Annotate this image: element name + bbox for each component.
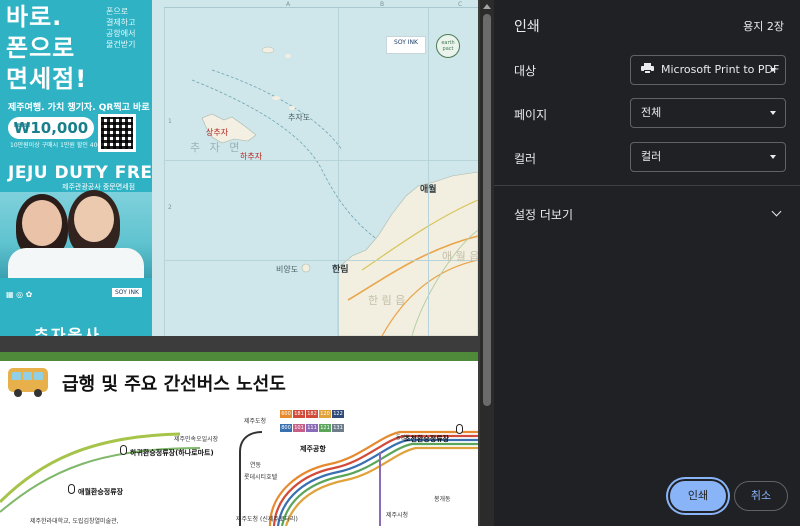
stop-bonggae: 봉개동 [434,496,451,503]
sheet-count: 용지 2장 [743,20,784,33]
stop-market: 제주민속오일시장 [174,436,219,443]
map-label-hachuja: 하추자 [240,152,263,161]
destination-value: Microsoft Print to PDF [661,63,780,76]
destination-select[interactable]: Microsoft Print to PDF [630,55,786,85]
map-grid-line [164,8,165,336]
print-dialog-window: 바로. 폰으로 면세점! 폰으로 결제하고 공항에서 물건받기 제주여행. 가치… [0,0,800,526]
dialog-title: 인쇄 [514,19,540,35]
stop-marker [120,445,127,455]
map-label-chujado: 추자도 [288,113,311,122]
stop-marker [456,424,463,434]
stop-aewol-transfer: 애월환승정류장 [78,488,124,496]
map-label-aewol: 애월 [420,185,437,195]
map-drawing [191,46,478,336]
map-column-label: C [458,1,463,8]
stop-marker [68,484,75,494]
ad-logos-icon: ▦ ◎ ✿ [6,290,33,299]
ad-coupon: ₩10,000 [8,117,94,139]
ad-coupon-note: 10만원이상 구매시 1만원 할인 4007 [10,142,106,149]
destination-label: 대상 [514,64,537,78]
map-grid-line [164,260,478,261]
map-column-label: A [286,1,291,8]
pages-select[interactable]: 전체 [630,98,786,128]
ad-tagline: 제주여행. 가치 챙기자. QR찍고 바로 [8,103,150,113]
stop-jocheon: 조천환승정류장 [404,435,450,443]
map-header-rule [164,0,478,8]
ad-photo-person-face [22,200,62,246]
map-grid-line [164,160,478,161]
map-label-hallimeup: 한 림 읍 [368,294,406,307]
map-label-chujamyeon: 추 자 면 [190,141,243,154]
chevron-down-icon [770,68,776,72]
stop-jeju-city: 제주시청 [386,512,409,519]
map-label-biyangdo: 비양도 [276,265,299,274]
ad-bottom-title: 추자올사 [34,326,101,336]
chevron-down-icon [770,111,776,115]
map-label-sangchuja: 상추자 [206,128,229,137]
color-label: 컬러 [514,152,537,166]
map-row-label: 1 [168,118,172,125]
print-preview-area[interactable]: 바로. 폰으로 면세점! 폰으로 결제하고 공항에서 물건받기 제주여행. 가치… [0,0,494,526]
duty-free-advertisement: 바로. 폰으로 면세점! 폰으로 결제하고 공항에서 물건받기 제주여행. 가치… [0,0,152,336]
preview-page-2: 급행 및 주요 간선버스 노선도 600 181 182 120 122 800… [0,352,478,526]
pages-value: 전체 [641,106,662,119]
map-label-hallim: 한림 [332,265,349,275]
stop-halla-university: 제주한라대학교, 도립김창열미술관, [30,518,119,525]
more-settings-toggle[interactable]: 설정 더보기 [514,206,573,223]
printer-icon [641,63,654,74]
qr-code-icon [98,114,136,152]
map-panel: A B C 1 2 SOY INK earth pact 추자도 상추자 추 자… [152,0,478,336]
print-button[interactable]: 인쇄 [670,481,726,511]
map-grid-line [428,8,429,336]
map-row-label: 2 [168,204,172,211]
preview-scrollbar[interactable] [480,0,494,526]
map-label-aewoleup: 애 월 읍 [442,250,478,263]
ad-photo [0,190,152,278]
stop-hotel: 롯데시티호텔 [244,474,278,481]
ad-photo-clothing [8,248,144,278]
chevron-down-icon[interactable] [771,206,782,217]
pages-label: 페이지 [514,108,548,122]
stop-hagwi: 하귀환승정류장(하나로마트) [130,449,214,457]
cancel-button[interactable]: 취소 [734,481,788,511]
chevron-down-icon [770,155,776,159]
map-grid-line [338,8,339,336]
page-gap [0,336,478,352]
color-value: 컬러 [641,150,662,163]
scroll-up-arrow-icon[interactable] [483,4,491,9]
stop-jeju-airport: 제주공항 [300,445,326,453]
ad-side-text: 폰으로 결제하고 공항에서 물건받기 [106,7,136,49]
soy-ink-logo: SOY INK [386,36,426,54]
color-select[interactable]: 컬러 [630,142,786,172]
scrollbar-thumb[interactable] [483,14,491,406]
ad-soy-ink-logo: SOY INK [112,288,142,297]
stop-jeju-port: 제주도청 [244,418,267,425]
ad-brand: JEJU DUTY FREE [8,163,152,183]
stop-yeondong: 연동 [250,462,262,469]
earth-pact-logo: earth pact [436,34,460,58]
ad-photo-person-face [74,196,114,242]
preview-page-1: 바로. 폰으로 면세점! 폰으로 결제하고 공항에서 물건받기 제주여행. 가치… [0,0,478,336]
stop-dongmun: 동광양 [396,435,410,441]
stop-yeondong-rotary: 제주도청 (신제주로터리) [236,516,298,523]
map-column-label: B [380,1,385,8]
print-settings-panel: 인쇄 용지 2장 대상 Microsoft Print to PDF 페이지 전… [494,0,800,526]
ad-headline: 바로. 폰으로 면세점! [6,3,88,93]
section-divider [494,185,800,186]
